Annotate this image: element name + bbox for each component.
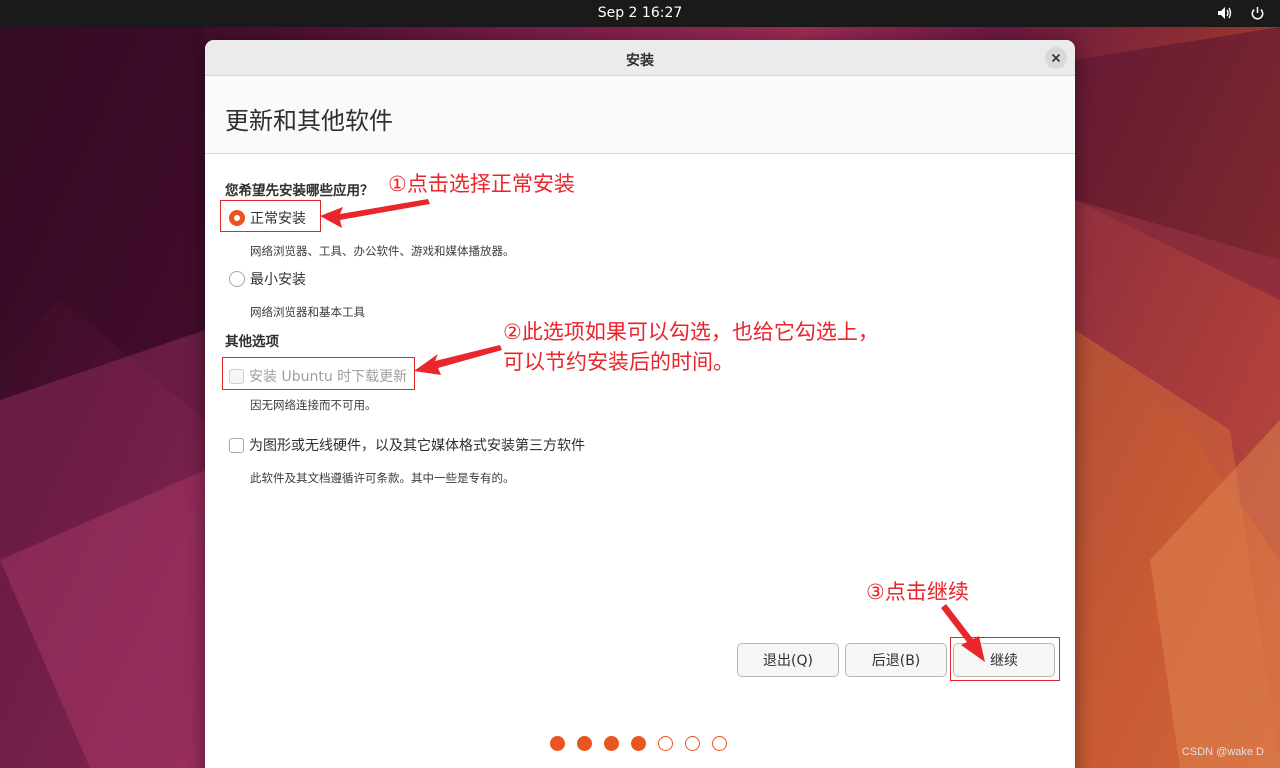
page-title: 更新和其他软件 <box>225 107 393 135</box>
minimal-install-radio[interactable] <box>229 271 245 287</box>
third-party-checkbox[interactable] <box>229 437 244 453</box>
normal-install-label[interactable]: 正常安装 <box>250 208 306 228</box>
close-icon <box>1051 53 1061 63</box>
progress-dot <box>685 736 700 751</box>
content-area: 您希望先安装哪些应用？ 正常安装 网络浏览器、工具、办公软件、游戏和媒体播放器。… <box>205 154 1075 768</box>
third-party-desc: 此软件及其文档遵循许可条款。其中一些是专有的。 <box>250 471 515 485</box>
progress-dot <box>658 736 673 751</box>
progress-dot <box>631 736 646 751</box>
annotation-step1: ①点击选择正常安装 <box>388 172 575 196</box>
window-titlebar[interactable]: 安装 <box>205 40 1075 76</box>
minimal-install-label[interactable]: 最小安装 <box>250 269 306 289</box>
window-title: 安装 <box>626 53 654 69</box>
system-tray[interactable] <box>1216 4 1266 22</box>
power-icon[interactable] <box>1248 4 1266 22</box>
download-updates-desc: 因无网络连接而不可用。 <box>250 398 377 412</box>
minimal-install-desc: 网络浏览器和基本工具 <box>250 305 365 319</box>
third-party-label[interactable]: 为图形或无线硬件，以及其它媒体格式安装第三方软件 <box>249 435 585 455</box>
other-options-title: 其他选项 <box>225 334 279 350</box>
page-header: 更新和其他软件 <box>205 76 1075 154</box>
top-bar: Sep 2 16:27 <box>0 0 1280 27</box>
download-updates-option[interactable]: 安装 Ubuntu 时下载更新 <box>229 366 407 386</box>
progress-dots <box>550 736 727 751</box>
annotation-step3: ③点击继续 <box>866 580 969 604</box>
minimal-install-option[interactable]: 最小安装 <box>229 269 306 289</box>
normal-install-option[interactable]: 正常安装 <box>229 208 306 228</box>
installer-window: 安装 更新和其他软件 您希望先安装哪些应用？ 正常安装 网络浏览器、工具、办公软… <box>205 40 1075 768</box>
third-party-option[interactable]: 为图形或无线硬件，以及其它媒体格式安装第三方软件 <box>229 435 585 455</box>
progress-dot <box>550 736 565 751</box>
quit-button[interactable]: 退出(Q) <box>737 643 839 677</box>
progress-dot <box>712 736 727 751</box>
normal-install-desc: 网络浏览器、工具、办公软件、游戏和媒体播放器。 <box>250 244 515 258</box>
progress-dot <box>604 736 619 751</box>
progress-dot <box>577 736 592 751</box>
download-updates-checkbox[interactable] <box>229 368 244 384</box>
back-button[interactable]: 后退(B) <box>845 643 947 677</box>
normal-install-radio[interactable] <box>229 210 245 226</box>
annotation-step2-line2: 可以节约安装后的时间。 <box>503 350 734 374</box>
clock[interactable]: Sep 2 16:27 <box>0 5 1280 21</box>
close-button[interactable] <box>1045 47 1067 69</box>
watermark: CSDN @wake D <box>1181 746 1264 758</box>
download-updates-label[interactable]: 安装 Ubuntu 时下载更新 <box>249 366 407 386</box>
continue-button[interactable]: 继续 <box>953 643 1055 677</box>
annotation-step2-line1: ②此选项如果可以勾选，也给它勾选上， <box>503 320 879 344</box>
volume-icon[interactable] <box>1216 4 1234 22</box>
install-question: 您希望先安装哪些应用？ <box>225 183 374 199</box>
